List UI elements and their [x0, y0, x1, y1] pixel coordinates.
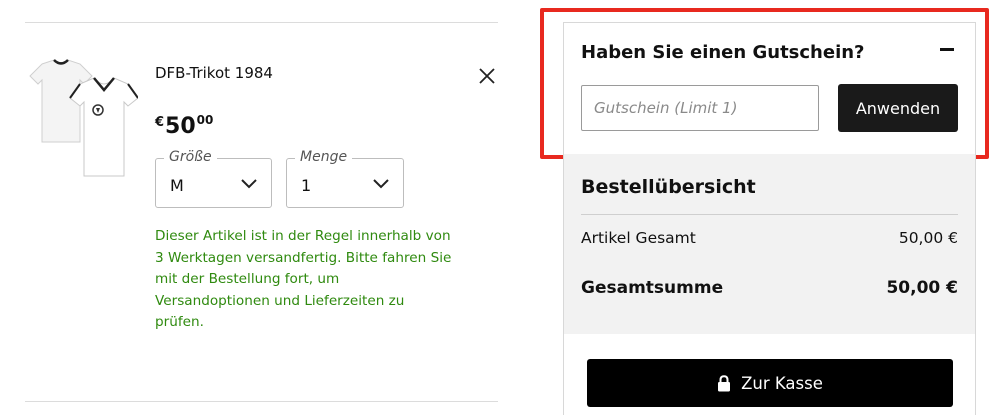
- cart-item-top-divider: [25, 22, 498, 23]
- quantity-select[interactable]: Menge 1: [286, 149, 404, 208]
- total-label: Gesamtsumme: [581, 278, 724, 298]
- total-value: 50,00 €: [886, 278, 958, 298]
- close-icon[interactable]: [477, 66, 497, 86]
- size-label: Größe: [164, 149, 217, 165]
- checkout-button[interactable]: Zur Kasse: [587, 359, 953, 407]
- size-select[interactable]: Größe M: [155, 149, 272, 208]
- size-value: M: [170, 176, 184, 195]
- minus-icon[interactable]: [940, 48, 954, 51]
- chevron-down-icon: [373, 179, 389, 189]
- price-currency: €: [155, 115, 165, 130]
- subtotal-label: Artikel Gesamt: [581, 229, 696, 247]
- price-whole: 50: [165, 114, 196, 139]
- checkout-label: Zur Kasse: [741, 373, 823, 393]
- apply-coupon-button[interactable]: Anwenden: [838, 84, 958, 132]
- summary-title: Bestellübersicht: [581, 176, 756, 198]
- product-price: €5000: [155, 113, 213, 139]
- shipping-note: Dieser Artikel ist in der Regel innerhal…: [155, 228, 452, 330]
- summary-divider: [581, 214, 958, 215]
- price-cents: 00: [196, 113, 214, 127]
- white-jersey-image[interactable]: [28, 58, 139, 178]
- quantity-label: Menge: [295, 149, 353, 165]
- chevron-down-icon: [241, 179, 257, 189]
- subtotal-value: 50,00 €: [898, 229, 958, 247]
- coupon-title[interactable]: Haben Sie einen Gutschein?: [581, 42, 865, 63]
- coupon-input[interactable]: [581, 85, 819, 131]
- lock-icon: [718, 374, 731, 391]
- product-name[interactable]: DFB-Trikot 1984: [155, 64, 273, 82]
- quantity-value: 1: [301, 176, 312, 195]
- cart-item-bottom-divider: [25, 401, 498, 402]
